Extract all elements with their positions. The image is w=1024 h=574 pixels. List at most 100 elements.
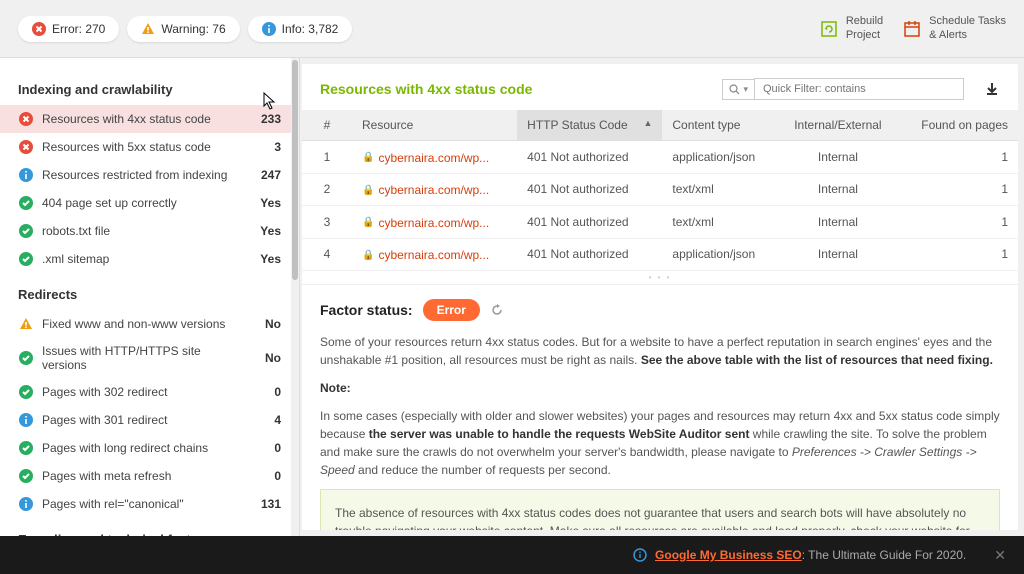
section-header: Redirects bbox=[0, 273, 299, 310]
footer-text: Google My Business SEO: The Ultimate Gui… bbox=[655, 548, 966, 562]
table-row[interactable]: 1🔒cybernaira.com/wp...401 Not authorized… bbox=[302, 141, 1018, 174]
lock-icon: 🔒 bbox=[362, 185, 374, 196]
sidebar-item[interactable]: Resources restricted from indexing247 bbox=[0, 161, 299, 189]
sidebar-item-value: 247 bbox=[247, 168, 281, 182]
col-num[interactable]: # bbox=[302, 110, 352, 141]
col-status[interactable]: HTTP Status Code▲ bbox=[517, 110, 662, 141]
sidebar-item-value: No bbox=[247, 317, 281, 331]
col-intext[interactable]: Internal/External bbox=[778, 110, 899, 141]
sidebar-item[interactable]: Resources with 4xx status code233 bbox=[0, 105, 299, 133]
resource-link[interactable]: 🔒cybernaira.com/wp... bbox=[362, 248, 489, 262]
error-icon bbox=[18, 139, 34, 155]
ok-icon bbox=[18, 384, 34, 400]
search-mode-button[interactable]: ▾ bbox=[722, 79, 754, 100]
ok-icon bbox=[18, 195, 34, 211]
sidebar-item-label: Pages with 302 redirect bbox=[42, 385, 247, 399]
error-count: Error: 270 bbox=[52, 22, 105, 36]
ok-icon bbox=[18, 223, 34, 239]
sidebar-item-label: 404 page set up correctly bbox=[42, 196, 247, 210]
rebuild-icon bbox=[820, 20, 838, 38]
sidebar-item-label: Issues with HTTP/HTTPS site versions bbox=[42, 344, 247, 372]
sidebar-item-value: Yes bbox=[247, 252, 281, 266]
error-icon bbox=[32, 22, 46, 36]
ok-icon bbox=[18, 251, 34, 267]
table-row[interactable]: 3🔒cybernaira.com/wp...401 Not authorized… bbox=[302, 206, 1018, 239]
sidebar-item-label: Pages with meta refresh bbox=[42, 469, 247, 483]
sidebar-item-label: Pages with rel="canonical" bbox=[42, 497, 247, 511]
resources-table: #ResourceHTTP Status Code▲Content typeIn… bbox=[302, 110, 1018, 271]
footer-bar: Google My Business SEO: The Ultimate Gui… bbox=[0, 536, 1024, 574]
col-resource[interactable]: Resource bbox=[352, 110, 517, 141]
factor-text-1: Some of your resources return 4xx status… bbox=[320, 333, 1000, 369]
schedule-button[interactable]: Schedule Tasks & Alerts bbox=[903, 15, 1006, 41]
info-icon bbox=[262, 22, 276, 36]
calendar-icon bbox=[903, 20, 921, 38]
info-pill[interactable]: Info: 3,782 bbox=[248, 16, 353, 42]
sidebar-item-label: Pages with 301 redirect bbox=[42, 413, 247, 427]
sidebar-scrollbar[interactable] bbox=[291, 58, 299, 536]
lock-icon: 🔒 bbox=[362, 250, 374, 261]
sidebar-item[interactable]: 404 page set up correctlyYes bbox=[0, 189, 299, 217]
sidebar-item-label: .xml sitemap bbox=[42, 252, 247, 266]
factor-status-label: Factor status: bbox=[320, 302, 413, 318]
footer-info-icon bbox=[633, 548, 647, 562]
sidebar-item-value: 0 bbox=[247, 469, 281, 483]
table-row[interactable]: 2🔒cybernaira.com/wp...401 Not authorized… bbox=[302, 173, 1018, 206]
sidebar-item-value: 4 bbox=[247, 413, 281, 427]
sidebar-item-label: robots.txt file bbox=[42, 224, 247, 238]
footer-link[interactable]: Google My Business SEO bbox=[655, 548, 802, 562]
section-header: Encoding and technical factors bbox=[0, 518, 299, 536]
resource-link[interactable]: 🔒cybernaira.com/wp... bbox=[362, 151, 489, 165]
sidebar-item[interactable]: Pages with 302 redirect0 bbox=[0, 378, 299, 406]
sidebar-item-value: 0 bbox=[247, 441, 281, 455]
factor-note-label: Note: bbox=[320, 379, 1000, 397]
refresh-icon[interactable] bbox=[490, 303, 504, 317]
sidebar-item[interactable]: robots.txt fileYes bbox=[0, 217, 299, 245]
ok-icon bbox=[18, 350, 34, 366]
col-type[interactable]: Content type bbox=[662, 110, 777, 141]
factor-panel: Factor status: Error Some of your resour… bbox=[302, 284, 1018, 530]
sidebar-item-value: 0 bbox=[247, 385, 281, 399]
sidebar: Indexing and crawlabilityResources with … bbox=[0, 58, 300, 536]
sidebar-item[interactable]: Pages with 301 redirect4 bbox=[0, 406, 299, 434]
lock-icon: 🔒 bbox=[362, 152, 374, 163]
sidebar-item[interactable]: Pages with rel="canonical"131 bbox=[0, 490, 299, 518]
table-row[interactable]: 4🔒cybernaira.com/wp...401 Not authorized… bbox=[302, 238, 1018, 271]
factor-status-badge: Error bbox=[423, 299, 480, 321]
footer-close-icon[interactable]: ✕ bbox=[994, 547, 1006, 564]
sidebar-item-value: No bbox=[247, 351, 281, 365]
download-button[interactable] bbox=[984, 81, 1000, 97]
sidebar-item[interactable]: Resources with 5xx status code3 bbox=[0, 133, 299, 161]
rebuild-button[interactable]: Rebuild Project bbox=[820, 15, 883, 41]
content-panel: Resources with 4xx status code ▾ #Resour… bbox=[302, 64, 1018, 530]
warning-pill[interactable]: Warning: 76 bbox=[127, 16, 239, 42]
sidebar-item[interactable]: .xml sitemapYes bbox=[0, 245, 299, 273]
warning-icon bbox=[141, 22, 155, 36]
section-header: Indexing and crawlability bbox=[0, 68, 299, 105]
ok-icon bbox=[18, 440, 34, 456]
lock-icon: 🔒 bbox=[362, 217, 374, 228]
topbar: Error: 270 Warning: 76 Info: 3,782 Rebui… bbox=[0, 0, 1024, 58]
sidebar-item[interactable]: Issues with HTTP/HTTPS site versionsNo bbox=[0, 338, 299, 378]
info-icon bbox=[18, 412, 34, 428]
sidebar-item-value: Yes bbox=[247, 196, 281, 210]
note-box: The absence of resources with 4xx status… bbox=[320, 489, 1000, 530]
ok-icon bbox=[18, 468, 34, 484]
panel-resize-handle[interactable]: • • • bbox=[302, 271, 1018, 284]
warn-icon bbox=[18, 316, 34, 332]
quick-filter-input[interactable] bbox=[754, 78, 964, 100]
sidebar-item-label: Resources with 5xx status code bbox=[42, 140, 247, 154]
sidebar-item[interactable]: Pages with long redirect chains0 bbox=[0, 434, 299, 462]
sidebar-item-label: Fixed www and non-www versions bbox=[42, 317, 247, 331]
col-found[interactable]: Found on pages bbox=[898, 110, 1018, 141]
sidebar-item[interactable]: Fixed www and non-www versionsNo bbox=[0, 310, 299, 338]
sidebar-item-label: Pages with long redirect chains bbox=[42, 441, 247, 455]
search-icon bbox=[729, 84, 740, 95]
sidebar-item-value: 233 bbox=[247, 112, 281, 126]
resource-link[interactable]: 🔒cybernaira.com/wp... bbox=[362, 183, 489, 197]
info-count: Info: 3,782 bbox=[282, 22, 339, 36]
resource-link[interactable]: 🔒cybernaira.com/wp... bbox=[362, 216, 489, 230]
error-pill[interactable]: Error: 270 bbox=[18, 16, 119, 42]
page-title: Resources with 4xx status code bbox=[320, 81, 712, 97]
sidebar-item[interactable]: Pages with meta refresh0 bbox=[0, 462, 299, 490]
